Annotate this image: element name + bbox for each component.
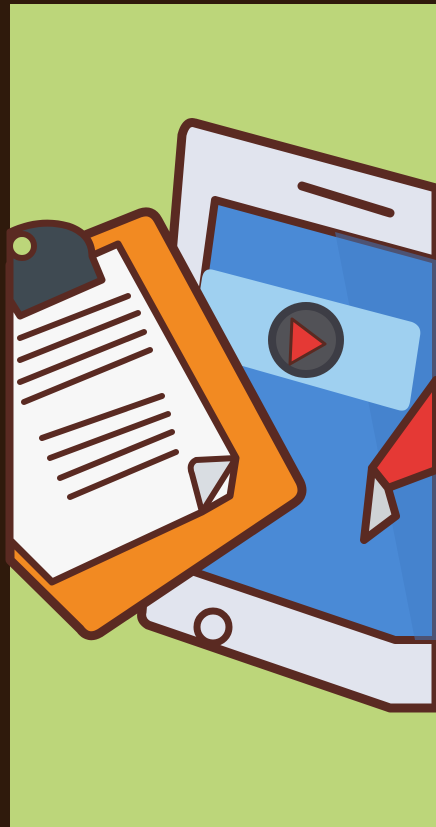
illustration-frame (0, 0, 436, 827)
illustration-canvas (5, 4, 436, 827)
clip-hole (7, 231, 37, 261)
home-button (193, 607, 233, 647)
video-play-icon (268, 302, 344, 378)
